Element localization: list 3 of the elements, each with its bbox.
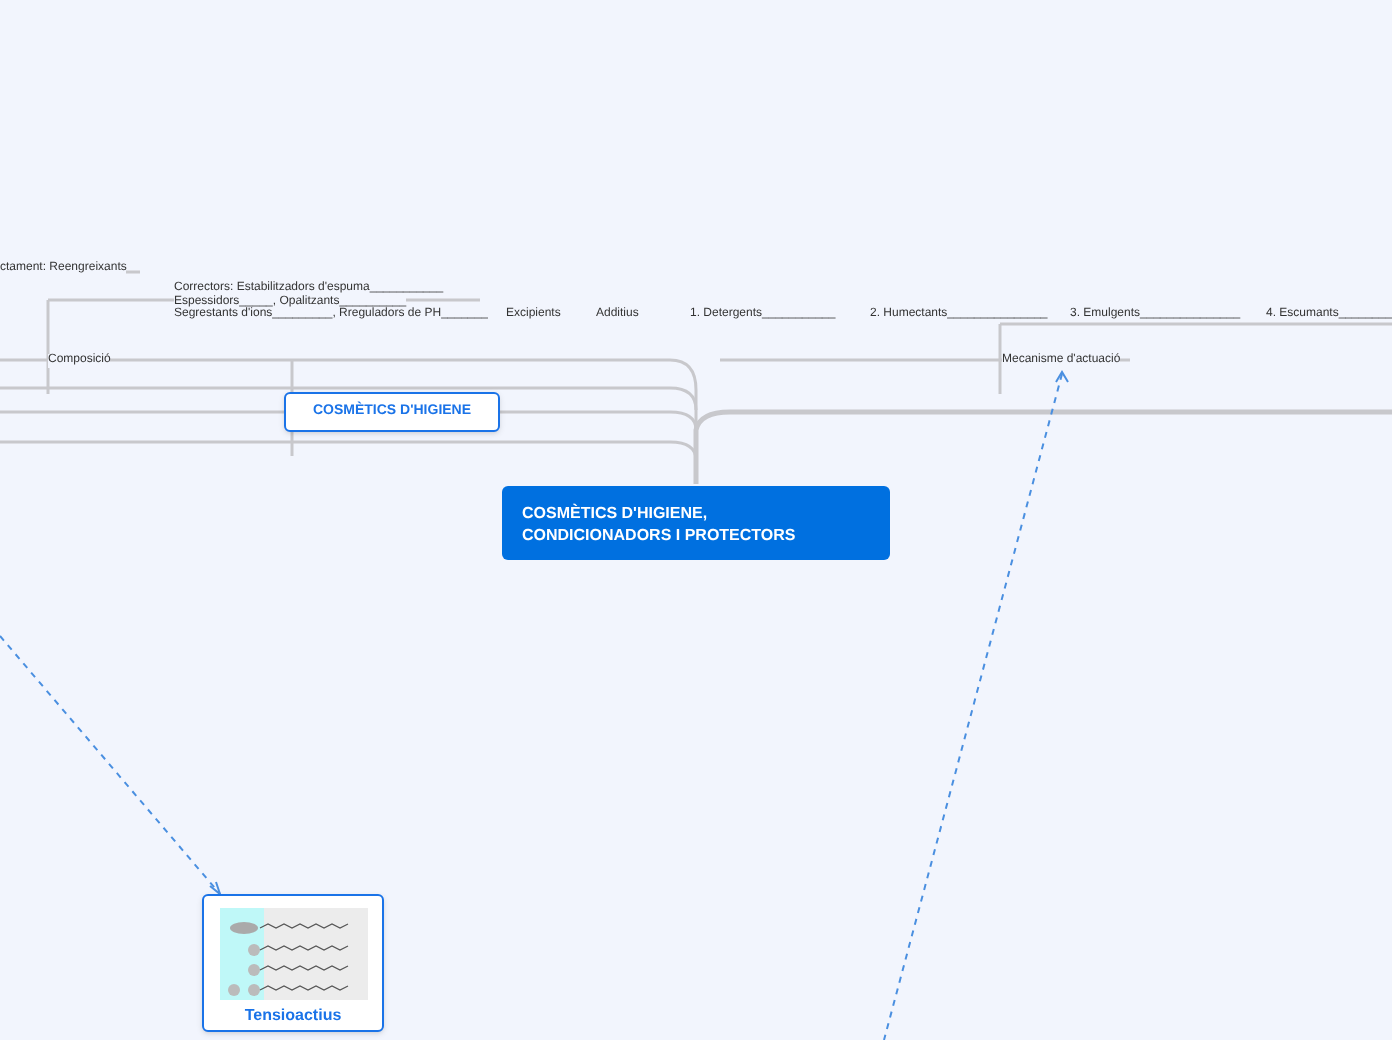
central-topic-node[interactable]: COSMÈTICS D'HIGIENE, CONDICIONADORS I PROTECTORS: [502, 486, 890, 560]
image-card-title: Tensioactius: [244, 1004, 342, 1028]
image-card[interactable]: Tensioactius: [202, 894, 384, 1032]
